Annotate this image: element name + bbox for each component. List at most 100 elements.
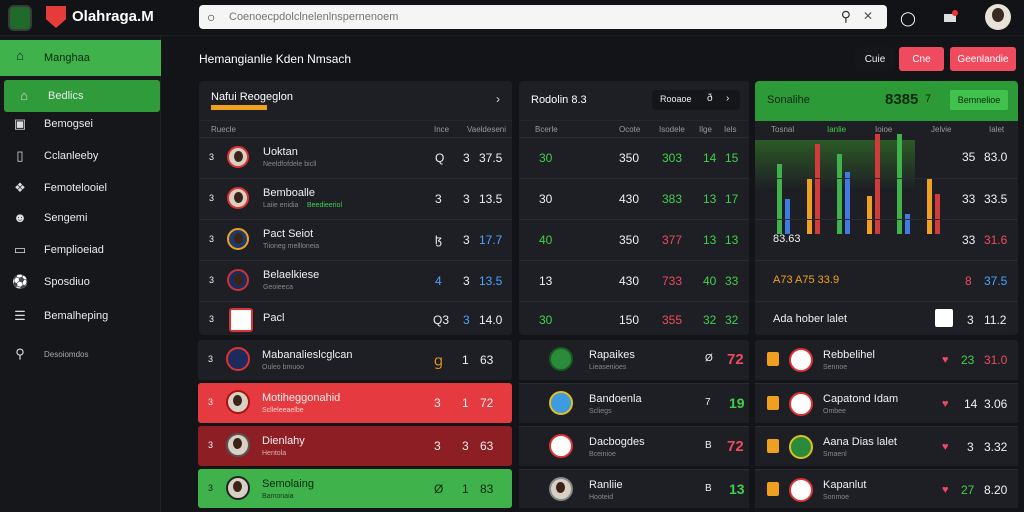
table-row[interactable]: 83.63 33 31.6 xyxy=(755,219,1018,260)
row-value: 17 xyxy=(725,192,739,206)
avatar[interactable] xyxy=(985,4,1011,30)
table-row[interactable]: 3 Bemboalle Laiie enidia Beedieeriol 3 3… xyxy=(199,178,512,219)
row-sub: Lieasenioes xyxy=(589,364,627,371)
row-value: 3 xyxy=(434,439,441,453)
row-value: 32 xyxy=(703,313,717,327)
chevron-right-icon: › xyxy=(726,93,730,104)
row-sub: Bamonaia xyxy=(262,493,294,500)
list-item[interactable]: 3 Motiheggonahid Sclleleeaelbe 3 1 72 xyxy=(198,383,512,423)
panel-title: Sonalihe xyxy=(767,94,810,106)
sidebar-item-label: Bedlics xyxy=(48,90,84,102)
sidebar-item-chat[interactable]: ▯ Cclanleeby xyxy=(0,140,161,172)
row-value: 150 xyxy=(619,313,640,327)
panel-header: Rodolin 8.3 Rooaoe ð › xyxy=(519,81,749,121)
list-item[interactable]: 3 Mabanalieslcglcan Ouleo bmuoo Ɡ 1 63 xyxy=(198,340,512,380)
table-row[interactable]: 30 350 303 14 15 xyxy=(519,137,749,178)
col-header: Ince xyxy=(434,125,450,134)
row-value: Q3 xyxy=(433,313,450,327)
table-row[interactable]: 3 Uoktan Neeldfofdele bicll Q 3 37.5 xyxy=(199,137,512,178)
search-icon[interactable]: ⚲ xyxy=(841,8,851,25)
period-select[interactable]: Rooaoe ð › xyxy=(652,90,740,110)
heart-icon: ♥ xyxy=(942,441,949,453)
table-row[interactable]: A73 A75 33.9 8 37.5 xyxy=(755,260,1018,301)
sidebar-item-label: Femotelooiel xyxy=(44,182,107,194)
row-name: Dacbogdes xyxy=(589,436,645,448)
row-value: 3 xyxy=(463,192,470,206)
shield-icon xyxy=(46,6,66,28)
player-photo xyxy=(549,477,573,501)
filter-button[interactable]: Cuie xyxy=(855,47,895,71)
sidebar-item-home[interactable]: ⌂ Manghaa xyxy=(0,40,161,76)
sidebar-item-list[interactable]: ☰ Bemalheping xyxy=(0,300,161,332)
search-input[interactable] xyxy=(229,7,789,27)
sidebar-item-calendar[interactable]: ▣ Bemogsei xyxy=(0,108,161,140)
sidebar-item-video[interactable]: ▭ Femplioeiad xyxy=(0,234,161,266)
row-name: Mabanalieslcglcan xyxy=(262,349,353,361)
row-value: 3.32 xyxy=(984,440,1008,454)
table-row[interactable]: 13 430 733 40 33 xyxy=(519,260,749,301)
list-item[interactable]: Rebbelihel Sennoe ♥ 23 31.0 xyxy=(755,340,1018,380)
table-row[interactable]: 3 Pact Seiot Tiioneg mellloneia ɮ 3 17.7 xyxy=(199,219,512,260)
row-name: Rapaikes xyxy=(589,349,635,361)
chat-icon: ▯ xyxy=(16,148,24,163)
row-name: Kapanlut xyxy=(823,479,867,491)
row-value: 13.5 xyxy=(479,192,503,206)
list-item[interactable]: Dacbogdes Bceinioe B 72 xyxy=(519,426,749,466)
row-value: 1 xyxy=(462,396,469,410)
search-icon: ○ xyxy=(207,9,216,25)
app-logo[interactable] xyxy=(8,5,32,31)
action-button[interactable]: Cne xyxy=(899,47,944,71)
row-name: Motiheggonahid xyxy=(262,392,341,404)
list-item[interactable]: Capatond Idam Ombee ♥ 14 3.06 xyxy=(755,383,1018,423)
row-name: Pact Seiot xyxy=(263,228,314,240)
row-name: Bemboalle xyxy=(263,187,315,199)
list-item[interactable]: 3 Dienlahy Hentola 3 3 63 xyxy=(198,426,512,466)
row-name: Capatond Idam xyxy=(823,393,899,405)
notification-icon[interactable]: ◯ xyxy=(898,8,918,28)
team-crest xyxy=(227,228,249,250)
list-item[interactable]: Aana Dias lalet Smaenl ♥ 3 3.32 xyxy=(755,426,1018,466)
table-row[interactable]: 30 150 355 32 32 xyxy=(519,301,749,335)
details-button[interactable]: Bemnelioe xyxy=(950,90,1008,110)
row-value: 8 xyxy=(965,274,972,288)
table-row[interactable]: 30 430 383 13 17 xyxy=(519,178,749,219)
trophy-icon[interactable] xyxy=(940,8,960,28)
primary-button[interactable]: Geenlandie xyxy=(950,47,1016,71)
player-photo xyxy=(226,476,250,500)
row-rank: 3 xyxy=(209,314,215,324)
home-icon: ⌂ xyxy=(20,88,28,103)
row-value: 350 xyxy=(619,233,640,247)
table-row[interactable]: 40 350 377 13 13 xyxy=(519,219,749,260)
team-crest xyxy=(789,435,813,459)
table-row[interactable]: 3 Pacl Q3 3 14.0 xyxy=(199,301,512,335)
table-row[interactable]: 33 33.5 xyxy=(755,178,1018,219)
row-value: 13 xyxy=(539,274,553,288)
row-rank: 3 xyxy=(208,440,214,450)
col-header: Ioioe xyxy=(875,125,893,134)
sidebar-item-search[interactable]: ⚲ Desoiomdos xyxy=(0,338,161,370)
table-row[interactable]: 3 Belaelkiese Geoieeca 4 3 13.5 xyxy=(199,260,512,301)
table-row[interactable]: Ada hober lalet 3 11.2 xyxy=(755,301,1018,335)
search-bar[interactable]: ○ ⚲ ✕ xyxy=(199,5,887,29)
team-crest xyxy=(549,347,573,371)
chevron-right-icon[interactable]: › xyxy=(496,92,500,106)
row-value: 377 xyxy=(662,233,683,247)
list-item[interactable]: Ranliie Hooteid B 13 xyxy=(519,469,749,508)
close-icon[interactable]: ✕ xyxy=(863,9,873,23)
team-crest xyxy=(549,391,573,415)
list-item[interactable]: Kapanlut Sonmoe ♥ 27 8.20 xyxy=(755,469,1018,508)
list-item[interactable]: Rapaikes Lieasenioes Ø 72 xyxy=(519,340,749,380)
team-crest xyxy=(789,392,813,416)
row-value: 40 xyxy=(539,233,553,247)
row-sub: Hooteid xyxy=(589,494,614,501)
row-value: 355 xyxy=(662,313,683,327)
chart-panel: Sonalihe 8385 7 Bemnelioe Tosnal Ianlie … xyxy=(755,81,1018,335)
panel-header: Nafui Reogeglon › xyxy=(199,81,512,121)
list-item[interactable]: Bandoenla Scliegs 7 19 xyxy=(519,383,749,423)
list-item[interactable]: 3 Semolaing Bamonaia Ø 1 83 xyxy=(198,469,512,508)
sidebar-item-stats[interactable]: ❖ Femotelooiel xyxy=(0,172,161,204)
sidebar-item-sports[interactable]: ⚽ Sposdiuo xyxy=(0,266,161,298)
team-crest xyxy=(229,308,253,332)
sidebar-item-team[interactable]: ☻ Sengemi xyxy=(0,202,161,234)
table-row[interactable]: 35 83.0 xyxy=(755,137,1018,178)
